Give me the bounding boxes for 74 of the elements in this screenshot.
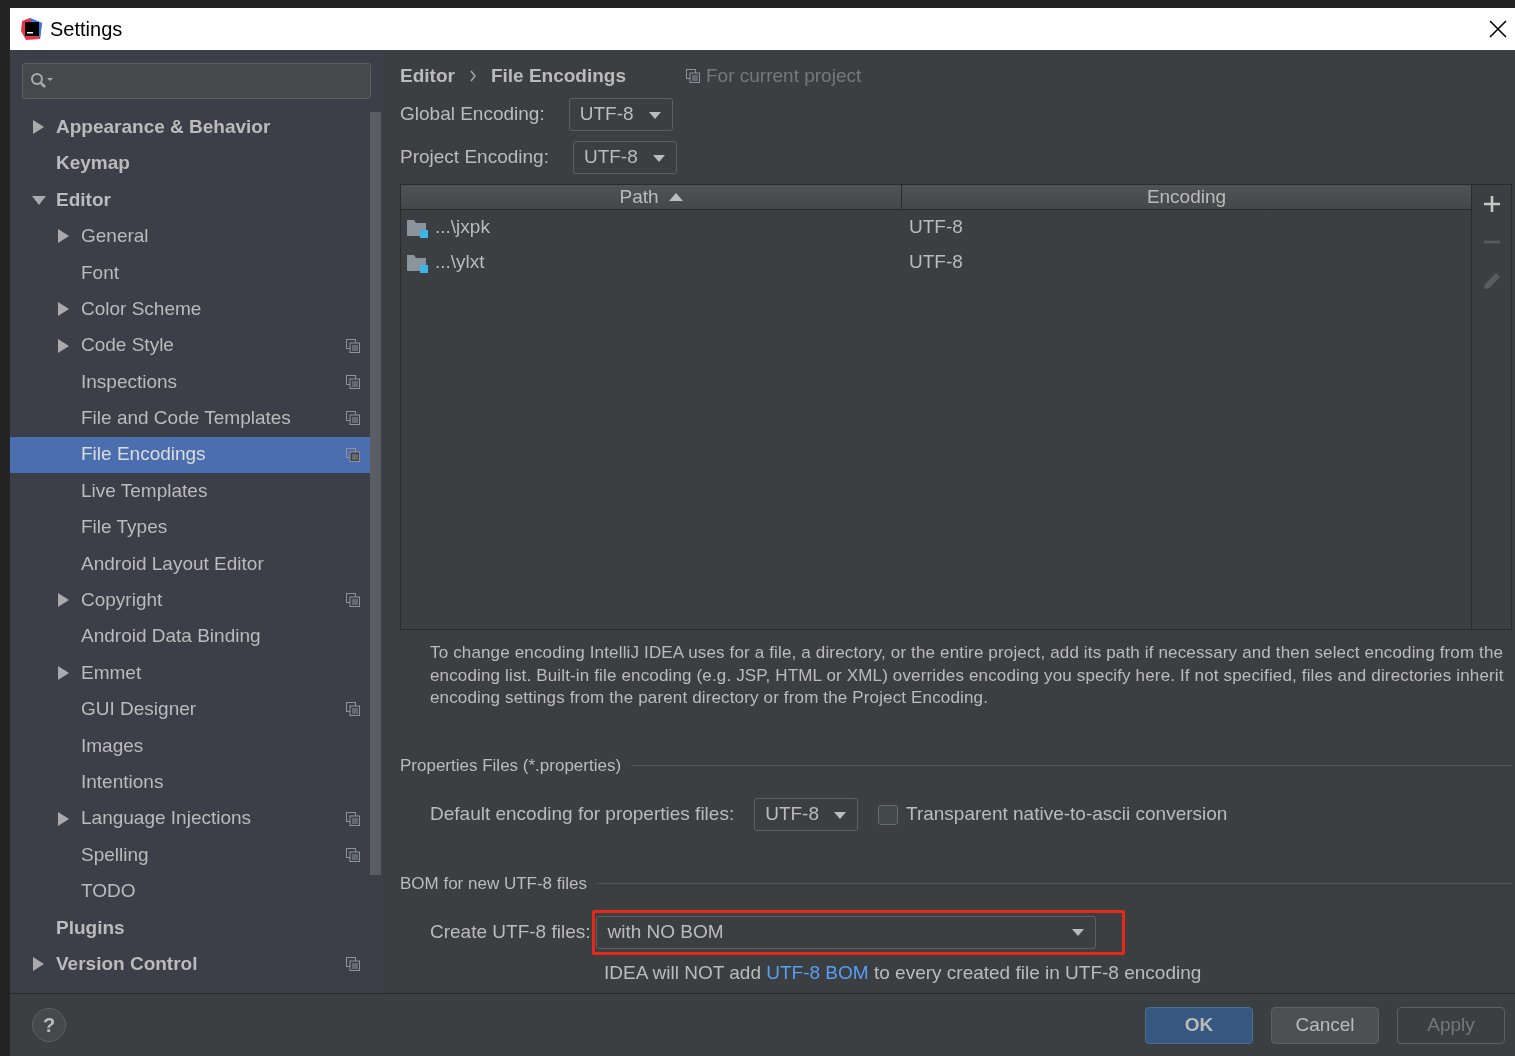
collapsed-arrow-icon (57, 338, 71, 353)
encoding-dropdown[interactable]: UTF-8 (568, 98, 673, 131)
caret-icon (1071, 927, 1086, 937)
group-title: Properties Files (*.properties) (400, 754, 622, 777)
tree-item[interactable]: GUI Designer (10, 691, 370, 728)
table-cell-text: ...\jxpk (435, 215, 490, 240)
hint-text: IDEA will NOT add UTF-8 BOM to every created file in UTF-8 encoding (604, 960, 1203, 985)
add-icon[interactable] (1482, 195, 1501, 213)
dialog-button[interactable]: OK (1145, 1006, 1253, 1044)
scope-note: For current project (706, 63, 862, 88)
tree-item[interactable]: Images (10, 727, 370, 765)
bom-dropdown[interactable]: with NO BOM (596, 915, 1097, 949)
checkbox-label: Transparent native-to-ascii conversion (906, 802, 1228, 827)
help-button[interactable]: ? (32, 1008, 66, 1042)
app-logo-icon (20, 17, 44, 41)
caret-icon (647, 109, 662, 120)
collapsed-arrow-icon (57, 229, 71, 244)
copy-icon (686, 69, 700, 83)
tree-item[interactable]: Inspections (10, 363, 370, 401)
tree-item[interactable]: File Encodings (10, 436, 370, 473)
table-cell-text: UTF-8 (909, 215, 963, 240)
field-label: Global Encoding: (400, 102, 545, 127)
window-title: Settings (50, 17, 123, 42)
tree-item[interactable]: File and Code Templates (10, 400, 370, 437)
collapsed-arrow-icon (57, 666, 71, 681)
close-icon[interactable] (1489, 20, 1507, 38)
tree-item[interactable]: Plugins (10, 909, 370, 946)
tree-item[interactable]: General (10, 218, 370, 255)
tree-item[interactable]: Emmet (10, 654, 370, 692)
table-cell-text: UTF-8 (909, 250, 963, 275)
checkbox[interactable] (878, 804, 898, 825)
tree-item[interactable]: TODO (10, 873, 370, 910)
search-icon (30, 72, 54, 90)
column-header[interactable]: Path (401, 185, 902, 209)
tree-item[interactable]: Keymap (10, 145, 370, 182)
scrollbar[interactable] (370, 112, 381, 875)
collapsed-arrow-icon (32, 957, 46, 972)
link[interactable]: UTF-8 BOM (766, 961, 869, 983)
collapsed-arrow-icon (32, 120, 46, 135)
tree-item[interactable]: Appearance & Behavior (10, 109, 370, 146)
search-field[interactable] (22, 63, 371, 99)
tree-item[interactable]: File Types (10, 509, 370, 546)
tree-item[interactable]: Editor (10, 181, 370, 219)
folder-icon (407, 217, 429, 238)
tree-item[interactable]: Language Injections (10, 800, 370, 837)
encoding-dropdown[interactable]: UTF-8 (572, 141, 677, 174)
caret-icon (651, 152, 666, 163)
dialog-button[interactable]: Cancel (1271, 1006, 1379, 1044)
tree-item[interactable]: Android Data Binding (10, 618, 370, 655)
tree-item[interactable]: Version Control (10, 946, 370, 983)
tree-item[interactable]: Live Templates (10, 472, 370, 510)
tree-item[interactable]: Spelling (10, 836, 370, 874)
breadcrumb-item[interactable]: Editor (400, 61, 455, 91)
tree-item[interactable]: Font (10, 254, 370, 291)
folder-icon (407, 252, 429, 273)
encoding-dropdown[interactable]: UTF-8 (754, 798, 858, 831)
caret-icon (833, 809, 847, 820)
field-label: Project Encoding: (400, 145, 549, 170)
chevron-right-icon (468, 70, 477, 82)
group-title: BOM for new UTF-8 files (400, 873, 588, 895)
tree-item[interactable]: Color Scheme (10, 290, 370, 328)
tree-item[interactable]: Copyright (10, 582, 370, 619)
column-header[interactable]: Encoding (902, 185, 1471, 209)
collapsed-arrow-icon (57, 811, 71, 826)
table-cell-text: ...\ylxt (435, 250, 485, 275)
tree-item[interactable]: Intentions (10, 764, 370, 801)
tree-item[interactable]: Android Layout Editor (10, 545, 370, 583)
tree-item[interactable]: Code Style (10, 327, 370, 364)
collapsed-arrow-icon (57, 302, 71, 317)
field-label: Create UTF-8 files: (430, 919, 591, 944)
field-label: Default encoding for properties files: (430, 802, 735, 827)
collapsed-arrow-icon (57, 593, 71, 608)
breadcrumb-item: File Encodings (490, 63, 626, 88)
description-text: To change encoding IntelliJ IDEA uses for a file, a directory, or the entire project, add its path if necessary and then select encoding from the encoding list. Built-in file encoding (e.g. JSP, HTML or XML) overrides encoding you specify here. If not specified, files and directories inherit encoding settings from the parent directory or from the Project Encoding. (430, 642, 1504, 709)
